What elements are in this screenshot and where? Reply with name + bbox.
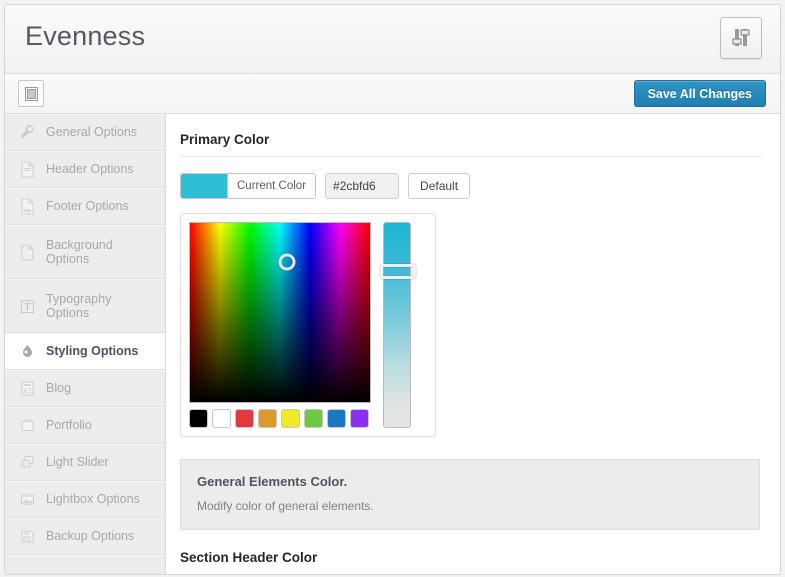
text-t-icon: T: [19, 297, 36, 316]
floppy-disk-icon: [19, 527, 36, 546]
save-button-label: Save All Changes: [647, 86, 752, 101]
preset-swatch[interactable]: [189, 409, 208, 428]
preset-swatch-row: [189, 409, 371, 428]
info-box: General Elements Color. Modify color of …: [180, 459, 760, 530]
sidebar-item-blog[interactable]: Blog: [5, 370, 165, 407]
sidebar-item-portfolio[interactable]: Portfolio: [5, 407, 165, 444]
image-icon: [19, 490, 36, 509]
hue-slider-column: [380, 222, 416, 428]
current-color-swatch[interactable]: [181, 174, 227, 198]
info-box-description: Modify color of general elements.: [197, 499, 374, 513]
sidebar-item-label: Footer Options: [46, 199, 129, 214]
preset-swatch[interactable]: [304, 409, 323, 428]
sidebar-item-label: Portfolio: [46, 418, 92, 433]
briefcase-icon: [19, 416, 36, 435]
info-box-title: General Elements Color.: [197, 474, 348, 489]
newspaper-icon: [19, 379, 36, 398]
sidebar-item-label: Blog: [46, 381, 72, 396]
color-picker-cursor[interactable]: [278, 253, 296, 271]
sidebar-filler: [5, 555, 165, 574]
section-header-color-heading: Section Header Color: [180, 550, 318, 565]
sidebar-item-typography-options[interactable]: T Typography Options: [5, 279, 165, 333]
hue-slider[interactable]: [380, 222, 416, 428]
sidebar-item-styling-options[interactable]: Styling Options: [5, 333, 165, 370]
sidebar-item-label: Lightbox Options: [46, 492, 140, 507]
toolbar: Save All Changes: [5, 74, 780, 114]
preset-swatch[interactable]: [235, 409, 254, 428]
expand-panel-icon[interactable]: [18, 80, 44, 107]
document-footer-icon: [19, 197, 36, 216]
saturation-value-area[interactable]: [189, 222, 371, 403]
sidebar-item-label: General Options: [46, 125, 138, 140]
primary-color-heading: Primary Color: [180, 132, 270, 147]
page-header: Evenness: [5, 5, 780, 74]
save-all-changes-button[interactable]: Save All Changes: [633, 80, 766, 107]
sidebar-item-label: Typography Options: [46, 291, 112, 320]
sidebar-item-label: Backup Options: [46, 529, 135, 544]
sidebar-item-lightbox-options[interactable]: Lightbox Options: [5, 481, 165, 518]
sidebar-item-label: Styling Options: [46, 344, 139, 359]
color-picker-panel: [180, 213, 436, 437]
saturation-value-column: [189, 222, 371, 428]
preset-swatch[interactable]: [258, 409, 277, 428]
sidebar-item-header-options[interactable]: Header Options: [5, 151, 165, 188]
preset-swatch[interactable]: [281, 409, 300, 428]
preset-swatch[interactable]: [212, 409, 231, 428]
sidebar-item-label: Light Slider: [46, 455, 109, 470]
wrench-icon: [19, 123, 36, 142]
sidebar-item-backup-options[interactable]: Backup Options: [5, 518, 165, 555]
slider-windows-icon: [19, 453, 36, 472]
page-title: Evenness: [25, 21, 146, 51]
preset-swatch[interactable]: [327, 409, 346, 428]
admin-panel: Evenness Save All Changes General Option…: [4, 4, 781, 575]
hue-slider-handle[interactable]: [380, 263, 416, 279]
current-color-label: Current Color: [227, 174, 316, 198]
body: General Options Header Options Footer Op…: [5, 114, 780, 574]
sidebar-item-background-options[interactable]: Background Options: [5, 225, 165, 279]
paint-drop-icon: [19, 342, 36, 361]
sliders-icon[interactable]: [720, 17, 762, 59]
page-icon: [19, 243, 36, 262]
content-area: Primary Color Current Color Default: [166, 114, 780, 574]
document-icon: [19, 160, 36, 179]
sidebar-item-light-slider[interactable]: Light Slider: [5, 444, 165, 481]
current-color-button[interactable]: Current Color: [180, 173, 317, 199]
sidebar-item-general-options[interactable]: General Options: [5, 114, 165, 151]
preset-swatch[interactable]: [350, 409, 369, 428]
svg-text:T: T: [24, 301, 31, 313]
default-color-button[interactable]: Default: [408, 173, 471, 199]
hex-color-input[interactable]: [325, 173, 400, 199]
sidebar: General Options Header Options Footer Op…: [5, 114, 166, 574]
heading-divider: [180, 156, 762, 157]
current-color-row: Current Color Default: [180, 173, 762, 199]
sidebar-item-footer-options[interactable]: Footer Options: [5, 188, 165, 225]
sidebar-item-label: Background Options: [46, 237, 113, 266]
sidebar-item-label: Header Options: [46, 162, 134, 177]
